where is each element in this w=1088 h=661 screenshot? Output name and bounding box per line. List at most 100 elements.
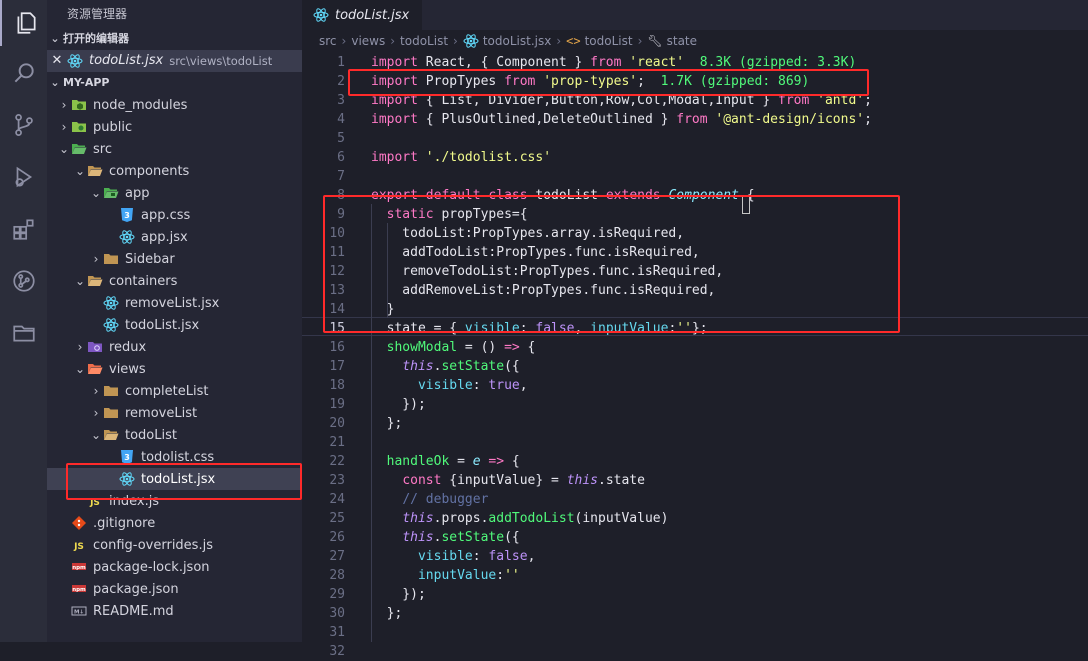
breadcrumb-item[interactable]: todoList.jsx — [483, 34, 551, 48]
git-graph-icon[interactable] — [0, 258, 47, 304]
chevron-right-icon[interactable]: › — [89, 384, 103, 398]
tree-item[interactable]: JS config-overrides.js — [47, 534, 302, 556]
chevron-down-icon[interactable]: ⌄ — [57, 142, 71, 156]
tree-item[interactable]: app.jsx — [47, 226, 302, 248]
line-number: 20 — [329, 416, 345, 431]
code-token: false — [535, 321, 575, 336]
extensions-icon[interactable] — [0, 206, 47, 252]
code-token: removeTodoList:PropTypes.func.isRequired… — [371, 264, 724, 279]
code-editor[interactable]: 1 2 3 4 5 6 7 8 9 10 11 12 13 14 15 16 17 18 19 20 21 22 23 24 2… — [302, 52, 1088, 659]
tree-item[interactable]: ⌄ components — [47, 160, 302, 182]
tab-todolist-jsx[interactable]: todoList.jsx — [302, 0, 422, 30]
code-token: : — [472, 549, 489, 564]
css-file-icon: 3 — [119, 207, 135, 223]
tree-item[interactable]: ⌄ containers — [47, 270, 302, 292]
tree-item[interactable]: 3 todolist.css — [47, 446, 302, 468]
code-token: import — [371, 112, 418, 127]
tree-item[interactable]: › removeList — [47, 402, 302, 424]
tree-item[interactable]: › node_modules — [47, 94, 302, 116]
chevron-right-icon[interactable]: › — [57, 98, 71, 112]
folder-icon[interactable] — [0, 310, 47, 356]
tree-item[interactable]: ⌄ app — [47, 182, 302, 204]
code-token: default — [425, 188, 481, 203]
code-token: from — [590, 55, 622, 70]
code-token: PropTypes — [417, 74, 505, 89]
source-control-icon[interactable] — [0, 102, 47, 148]
code-token: { List, Divider,Button,Row,Col,Modal,Inp… — [417, 93, 778, 108]
tree-item[interactable]: npm package.json — [47, 578, 302, 600]
tree-item[interactable]: .gitignore — [47, 512, 302, 534]
react-file-icon — [313, 7, 329, 23]
line-number: 23 — [329, 473, 345, 488]
code-token: todoList — [527, 188, 606, 203]
line-number: 3 — [337, 93, 345, 108]
views-folder-icon — [87, 361, 103, 377]
open-file-path: src\views\todoList — [169, 54, 273, 68]
code-token: addTodoList:PropTypes.func.isRequired, — [371, 245, 700, 260]
explorer-icon[interactable] — [0, 0, 49, 46]
tree-item[interactable]: ⌄ todoList — [47, 424, 302, 446]
tree-item[interactable]: ⌄ views — [47, 358, 302, 380]
tree-item[interactable]: removeList.jsx — [47, 292, 302, 314]
activity-bar — [0, 0, 47, 642]
code-token: }; — [371, 606, 403, 621]
line-number: 18 — [329, 378, 345, 393]
tree-item[interactable]: › public — [47, 116, 302, 138]
breadcrumb-item[interactable]: src — [319, 34, 337, 48]
code-token: visible — [464, 321, 520, 336]
tree-item[interactable]: › redux — [47, 336, 302, 358]
open-editor-item[interactable]: ✕ todoList.jsx src\views\todoList — [47, 50, 302, 72]
code-token: 8.3K (gzipped: 3.3K) — [699, 55, 857, 70]
code-line: import { PlusOutlined,DeleteOutlined } f… — [371, 110, 872, 129]
chevron-down-icon[interactable]: ⌄ — [73, 274, 87, 288]
breadcrumb-item[interactable]: todoList — [400, 34, 448, 48]
chevron-down-icon[interactable]: ⌄ — [89, 186, 103, 200]
tree-item-label: Sidebar — [125, 251, 175, 267]
debug-icon[interactable] — [0, 154, 47, 200]
chevron-down-icon[interactable]: ⌄ — [73, 164, 87, 178]
tree-item[interactable]: M↓ README.md — [47, 600, 302, 622]
tree-item-label: redux — [109, 339, 147, 355]
tree-item-label: todolist.css — [141, 449, 215, 465]
code-token: Component — [668, 188, 739, 203]
code-token: { PlusOutlined,DeleteOutlined } — [417, 112, 677, 127]
project-header[interactable]: ⌄ MY-APP — [47, 72, 302, 94]
code-token: , — [519, 378, 528, 393]
tree-item[interactable]: 3 app.css — [47, 204, 302, 226]
breadcrumb-item[interactable]: views — [351, 34, 385, 48]
chevron-down-icon: ⌄ — [50, 32, 60, 45]
breadcrumb-item[interactable]: state — [667, 34, 697, 48]
code-token: .props. — [433, 511, 489, 526]
folder-open-icon — [87, 273, 103, 289]
tree-item[interactable]: › Sidebar — [47, 248, 302, 270]
tree-item[interactable]: ⌄ src — [47, 138, 302, 160]
chevron-right-icon: › — [341, 34, 347, 48]
chevron-right-icon[interactable]: › — [57, 120, 71, 134]
open-editors-header[interactable]: ⌄ 打开的编辑器 — [47, 28, 302, 50]
chevron-down-icon[interactable]: ⌄ — [73, 362, 87, 376]
tree-item-label: components — [109, 163, 190, 179]
tree-item[interactable]: npm package-lock.json — [47, 556, 302, 578]
tree-item[interactable]: todoList.jsx — [47, 468, 302, 490]
breadcrumb-item[interactable]: todoList — [585, 34, 633, 48]
tree-item[interactable]: › completeList — [47, 380, 302, 402]
chevron-down-icon[interactable]: ⌄ — [89, 428, 103, 442]
line-number: 14 — [329, 302, 345, 317]
code-line: import { List, Divider,Button,Row,Col,Mo… — [371, 91, 872, 110]
code-token: const — [402, 473, 442, 488]
search-icon[interactable] — [0, 50, 47, 96]
chevron-right-icon[interactable]: › — [89, 252, 103, 266]
chevron-right-icon[interactable]: › — [89, 406, 103, 420]
tree-item[interactable]: todoList.jsx — [47, 314, 302, 336]
code-line: }); — [371, 395, 426, 414]
chevron-right-icon[interactable]: › — [73, 340, 87, 354]
tree-item[interactable]: JS index.js — [47, 490, 302, 512]
code-line: import './todolist.css' — [371, 148, 551, 167]
code-token: ; — [864, 112, 872, 127]
code-token: {inputValue} = — [441, 473, 567, 488]
close-icon[interactable]: ✕ — [47, 50, 67, 72]
